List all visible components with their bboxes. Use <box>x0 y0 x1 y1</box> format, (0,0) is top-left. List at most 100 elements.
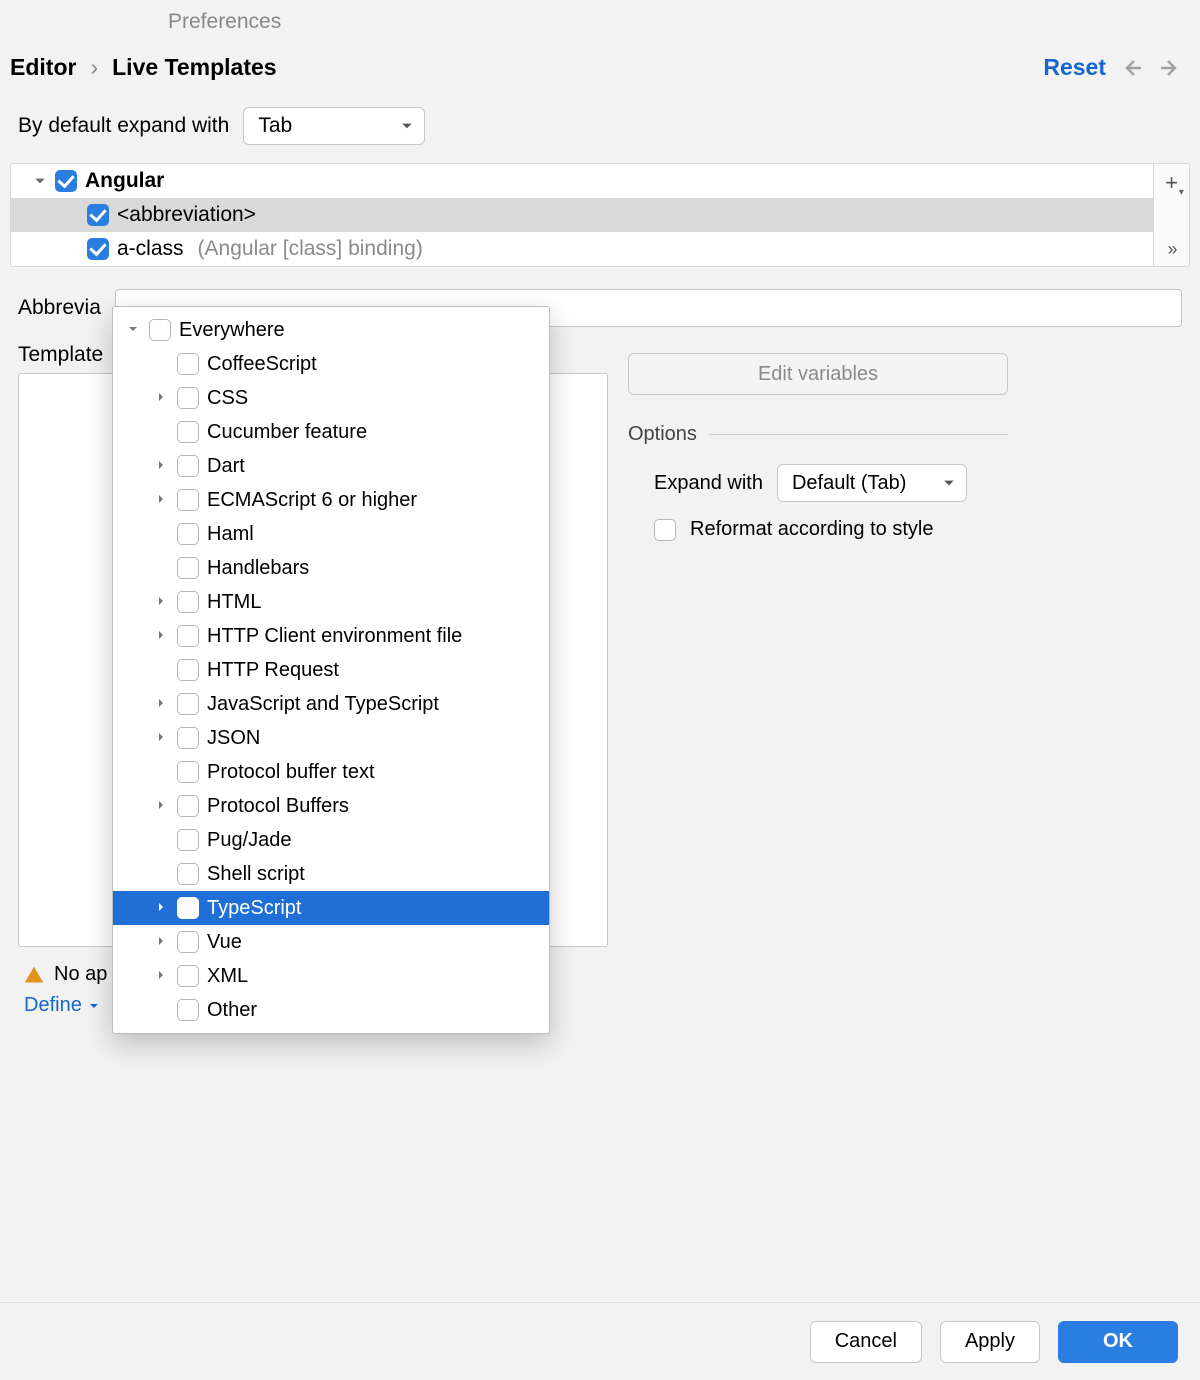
forward-arrow-icon[interactable] <box>1158 56 1182 80</box>
context-checkbox[interactable] <box>177 353 199 375</box>
context-item-label: Haml <box>207 523 254 546</box>
context-item-coffeescript[interactable]: CoffeeScript <box>113 347 549 381</box>
expand-default-select[interactable]: Tab <box>243 107 425 145</box>
warning-icon <box>24 965 44 985</box>
context-item-pug-jade[interactable]: Pug/Jade <box>113 823 549 857</box>
breadcrumb: Editor › Live Templates Reset <box>0 54 1200 103</box>
context-checkbox[interactable] <box>177 965 199 987</box>
context-item-label: XML <box>207 965 248 988</box>
checkbox-aclass[interactable] <box>87 238 109 260</box>
chevron-right-icon <box>155 969 169 983</box>
reformat-label: Reformat according to style <box>690 518 933 541</box>
template-text-label: Template <box>18 343 103 367</box>
context-item-label: TypeScript <box>207 897 301 920</box>
context-item-handlebars[interactable]: Handlebars <box>113 551 549 585</box>
back-arrow-icon[interactable] <box>1120 56 1144 80</box>
context-item-vue[interactable]: Vue <box>113 925 549 959</box>
chevron-right-icon <box>155 799 169 813</box>
context-checkbox[interactable] <box>177 489 199 511</box>
cancel-button[interactable]: Cancel <box>810 1321 922 1363</box>
context-checkbox[interactable] <box>177 727 199 749</box>
more-tools-button[interactable]: ›› <box>1168 239 1176 260</box>
chevron-down-icon <box>88 1000 100 1012</box>
chevron-right-icon <box>155 629 169 643</box>
context-item-xml[interactable]: XML <box>113 959 549 993</box>
context-item-label: HTTP Client environment file <box>207 625 462 648</box>
context-checkbox[interactable] <box>177 523 199 545</box>
context-item-label: HTTP Request <box>207 659 339 682</box>
tree-item-abbreviation[interactable]: <abbreviation> <box>11 198 1189 232</box>
context-item-haml[interactable]: Haml <box>113 517 549 551</box>
add-template-button[interactable]: +▾ <box>1165 170 1178 196</box>
expand-with-value: Default (Tab) <box>792 472 907 495</box>
tree-item-label: <abbreviation> <box>117 203 256 227</box>
context-checkbox[interactable] <box>177 795 199 817</box>
context-item-label: HTML <box>207 591 261 614</box>
context-item-everywhere[interactable]: Everywhere <box>113 313 549 347</box>
context-checkbox[interactable] <box>177 625 199 647</box>
expand-with-select[interactable]: Default (Tab) <box>777 464 967 502</box>
warning-text: No ap <box>54 963 107 986</box>
context-item-javascript-and-typescript[interactable]: JavaScript and TypeScript <box>113 687 549 721</box>
context-checkbox[interactable] <box>177 557 199 579</box>
chevron-right-icon <box>155 731 169 745</box>
context-item-dart[interactable]: Dart <box>113 449 549 483</box>
context-item-typescript[interactable]: TypeScript <box>113 891 549 925</box>
chevron-down-icon <box>400 119 414 133</box>
context-checkbox[interactable] <box>177 829 199 851</box>
context-checkbox[interactable] <box>177 659 199 681</box>
chevron-right-icon <box>155 459 169 473</box>
template-tree: Angular <abbreviation> a-class (Angular … <box>10 163 1190 267</box>
context-item-http-client-environment-file[interactable]: HTTP Client environment file <box>113 619 549 653</box>
checkbox-angular[interactable] <box>55 170 77 192</box>
breadcrumb-level2: Live Templates <box>112 54 276 81</box>
context-checkbox[interactable] <box>177 931 199 953</box>
reset-link[interactable]: Reset <box>1043 54 1106 81</box>
dialog-footer: Cancel Apply OK <box>0 1302 1200 1380</box>
context-item-json[interactable]: JSON <box>113 721 549 755</box>
context-item-ecmascript-6-or-higher[interactable]: ECMAScript 6 or higher <box>113 483 549 517</box>
context-checkbox[interactable] <box>177 387 199 409</box>
context-item-http-request[interactable]: HTTP Request <box>113 653 549 687</box>
context-checkbox[interactable] <box>177 693 199 715</box>
context-checkbox[interactable] <box>177 761 199 783</box>
context-checkbox[interactable] <box>177 863 199 885</box>
context-checkbox[interactable] <box>177 455 199 477</box>
context-item-label: JavaScript and TypeScript <box>207 693 439 716</box>
define-context-link[interactable]: Define <box>24 994 100 1017</box>
chevron-down-icon <box>942 476 956 490</box>
context-item-label: Protocol buffer text <box>207 761 375 784</box>
context-checkbox[interactable] <box>177 999 199 1021</box>
reformat-checkbox[interactable] <box>654 519 676 541</box>
apply-button[interactable]: Apply <box>940 1321 1040 1363</box>
expand-default-label: By default expand with <box>18 114 229 138</box>
context-item-shell-script[interactable]: Shell script <box>113 857 549 891</box>
context-item-protocol-buffer-text[interactable]: Protocol buffer text <box>113 755 549 789</box>
breadcrumb-level1[interactable]: Editor <box>10 54 76 81</box>
tree-item-label: a-class <box>117 237 184 261</box>
context-popup[interactable]: EverywhereCoffeeScriptCSSCucumber featur… <box>112 306 550 1034</box>
context-item-label: Protocol Buffers <box>207 795 349 818</box>
context-item-cucumber-feature[interactable]: Cucumber feature <box>113 415 549 449</box>
edit-variables-button[interactable]: Edit variables <box>628 353 1008 395</box>
tree-item-aclass[interactable]: a-class (Angular [class] binding) <box>11 232 1189 266</box>
chevron-right-icon <box>155 493 169 507</box>
tree-group-angular[interactable]: Angular <box>11 164 1189 198</box>
checkbox-abbreviation[interactable] <box>87 204 109 226</box>
context-item-html[interactable]: HTML <box>113 585 549 619</box>
context-checkbox[interactable] <box>177 897 199 919</box>
ok-button[interactable]: OK <box>1058 1321 1178 1363</box>
context-item-label: Dart <box>207 455 245 478</box>
context-checkbox[interactable] <box>177 591 199 613</box>
divider <box>709 434 1008 435</box>
context-item-label: Other <box>207 999 257 1022</box>
breadcrumb-separator: › <box>90 54 98 81</box>
chevron-right-icon <box>155 697 169 711</box>
context-item-protocol-buffers[interactable]: Protocol Buffers <box>113 789 549 823</box>
context-item-css[interactable]: CSS <box>113 381 549 415</box>
context-item-other[interactable]: Other <box>113 993 549 1027</box>
context-checkbox[interactable] <box>177 421 199 443</box>
context-item-label: JSON <box>207 727 260 750</box>
context-checkbox[interactable] <box>149 319 171 341</box>
chevron-down-icon[interactable] <box>33 174 47 188</box>
